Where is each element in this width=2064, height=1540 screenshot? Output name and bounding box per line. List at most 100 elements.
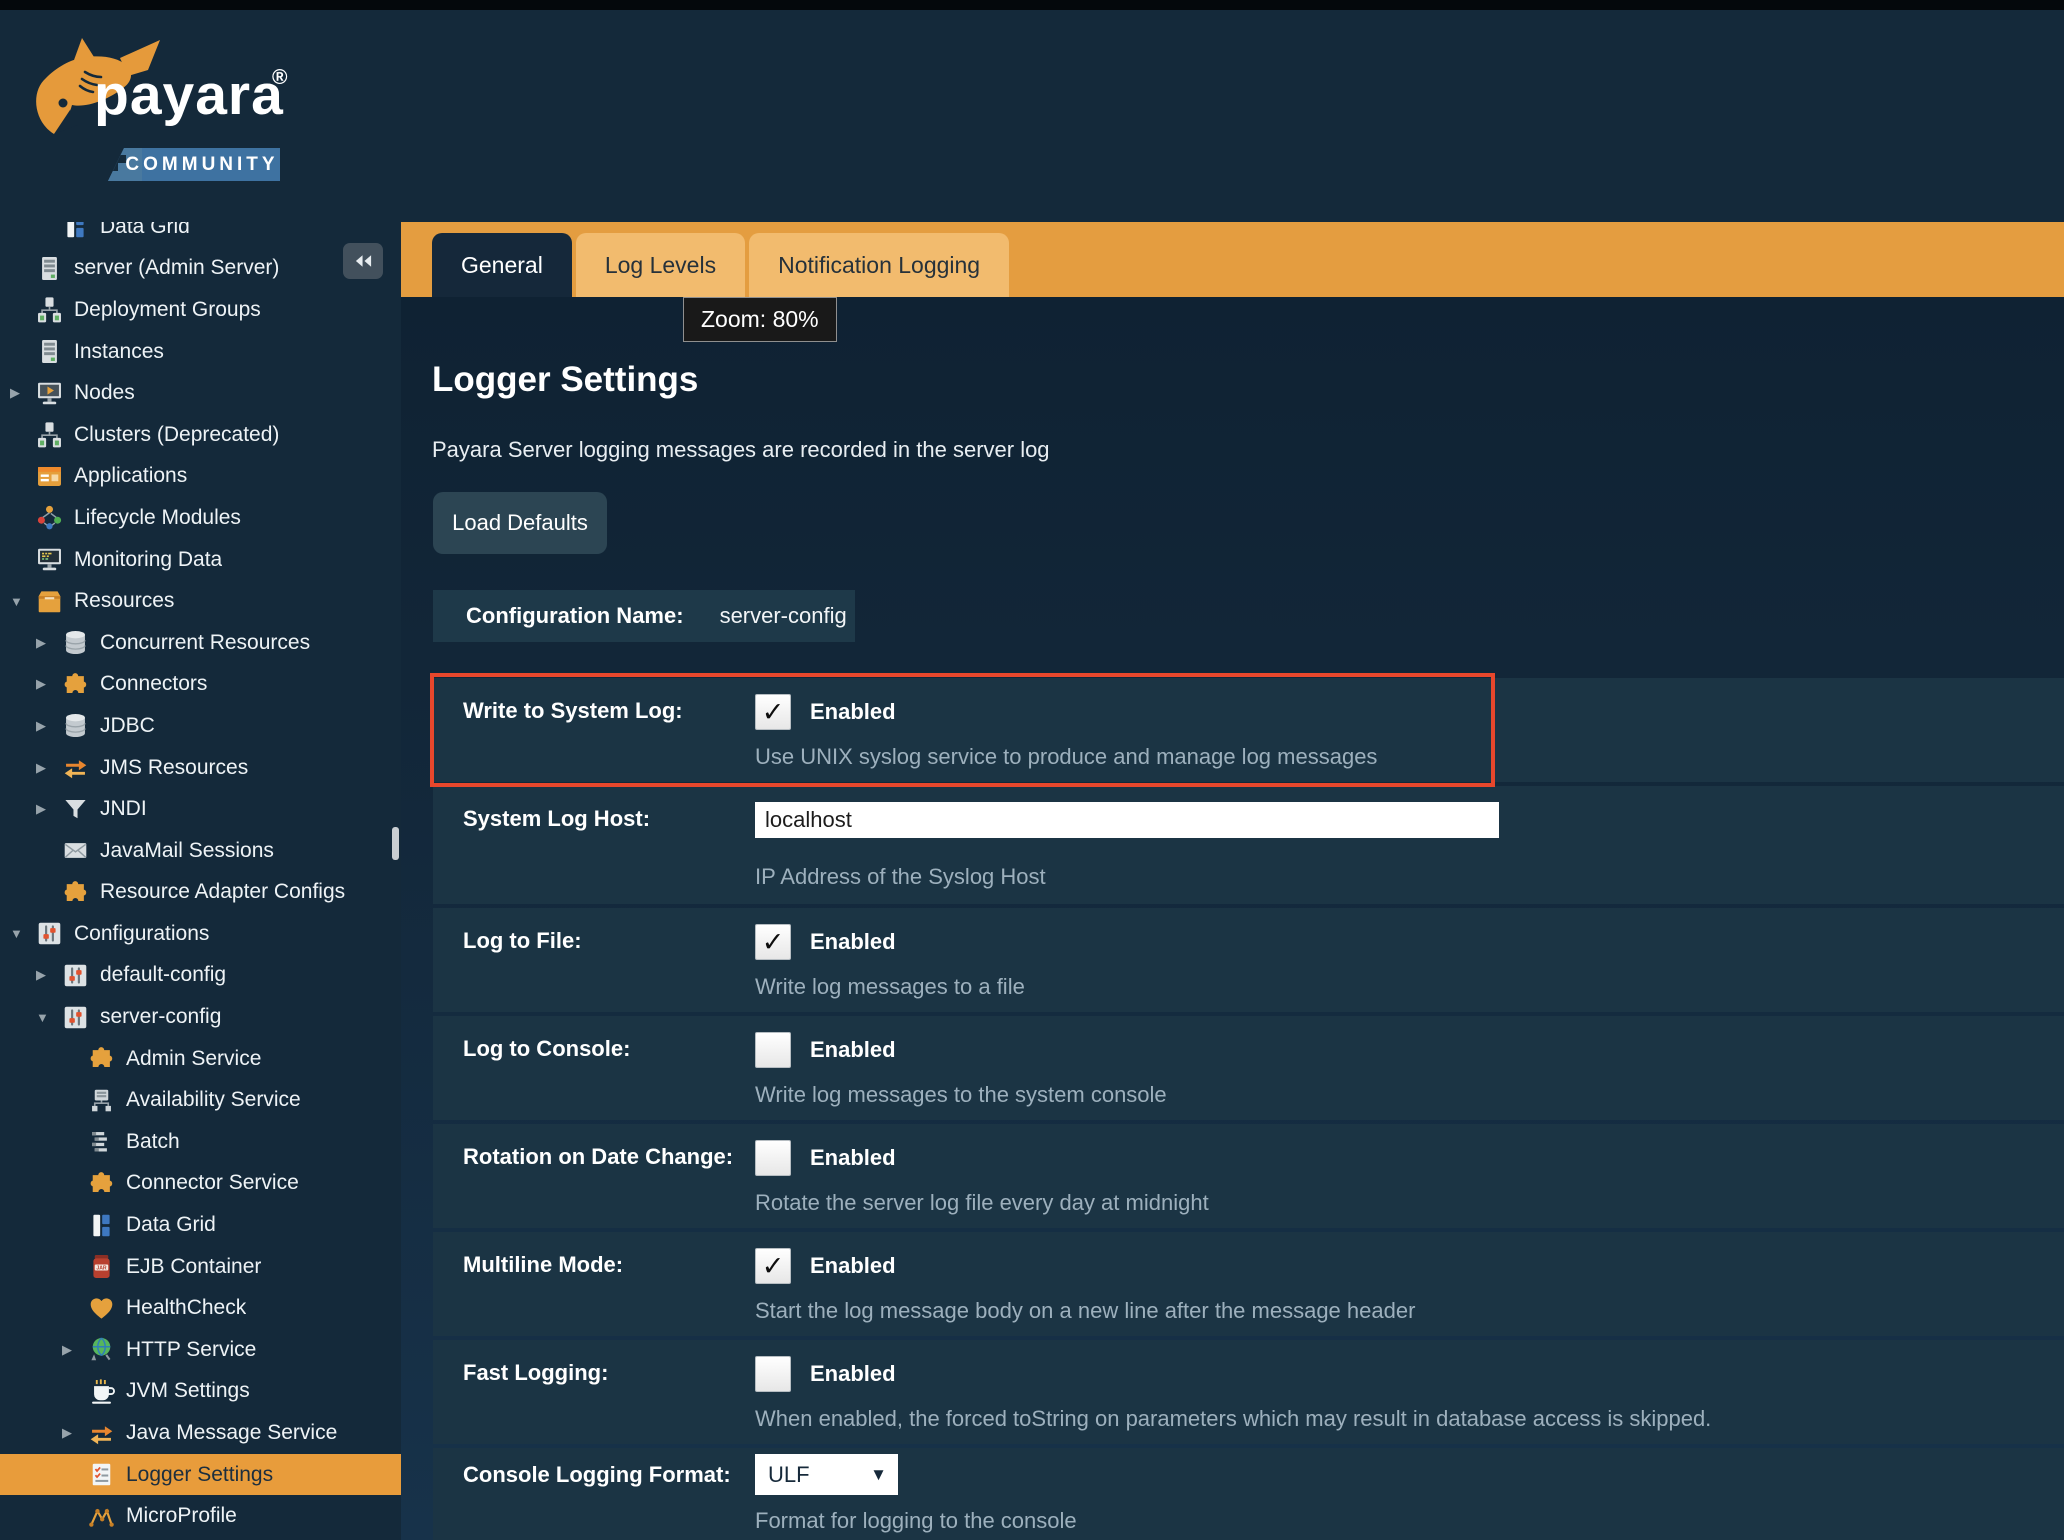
console-logging-format-help-text: Format for logging to the console bbox=[755, 1508, 1077, 1534]
sidebar-item-microprofile[interactable]: MicroProfile bbox=[0, 1495, 401, 1537]
sidebar-item-deployment-groups[interactable]: Deployment Groups bbox=[0, 289, 401, 331]
caret-down-icon[interactable]: ▼ bbox=[10, 594, 36, 609]
form-row-fast-logging: Fast Logging:EnabledWhen enabled, the fo… bbox=[433, 1340, 2064, 1444]
console-logging-format-selected-value: ULF bbox=[768, 1462, 810, 1488]
system-log-host-help-text: IP Address of the Syslog Host bbox=[755, 864, 1046, 890]
tab-general[interactable]: General bbox=[432, 233, 572, 297]
sidebar-item-label: server (Admin Server) bbox=[74, 256, 279, 280]
window-icon bbox=[36, 463, 63, 490]
load-defaults-button[interactable]: Load Defaults bbox=[433, 492, 607, 554]
database-icon bbox=[62, 629, 89, 656]
sidebar-item-connector-service[interactable]: Connector Service bbox=[0, 1163, 401, 1205]
sidebar-item-jms-resources[interactable]: ▶ JMS Resources bbox=[0, 747, 401, 789]
network-icon bbox=[36, 421, 63, 448]
sidebar-item-configurations[interactable]: ▼Configurations bbox=[0, 913, 401, 955]
sidebar-item-label: MicroProfile bbox=[126, 1504, 237, 1528]
caret-right-icon[interactable]: ▶ bbox=[10, 385, 36, 401]
sidebar-item-resource-adapter-configs[interactable]: Resource Adapter Configs bbox=[0, 872, 401, 914]
sidebar-item-healthcheck[interactable]: HealthCheck bbox=[0, 1287, 401, 1329]
sidebar-item-lifecycle-modules[interactable]: Lifecycle Modules bbox=[0, 497, 401, 539]
sidebar: Data Grid server (Admin Server) Deployment… bbox=[0, 222, 401, 1540]
sliders-icon bbox=[62, 1004, 89, 1031]
log-to-file-enabled-label: Enabled bbox=[810, 929, 896, 955]
sidebar-item-label: Resource Adapter Configs bbox=[100, 880, 345, 904]
sidebar-scrollbar-thumb[interactable] bbox=[392, 827, 399, 860]
sidebar-item-server-config[interactable]: ▼server-config bbox=[0, 996, 401, 1038]
sidebar-item-default-config[interactable]: ▶ default-config bbox=[0, 955, 401, 997]
caret-right-icon[interactable]: ▶ bbox=[62, 1342, 88, 1358]
sidebar-item-connectors[interactable]: ▶Connectors bbox=[0, 664, 401, 706]
caret-down-icon[interactable]: ▼ bbox=[10, 926, 36, 941]
caret-right-icon[interactable]: ▶ bbox=[36, 676, 62, 692]
sidebar-item-monitoring-data[interactable]: Monitoring Data bbox=[0, 539, 401, 581]
sidebar-item-jndi[interactable]: ▶ JNDI bbox=[0, 788, 401, 830]
sidebar-item-jvm-settings[interactable]: JVM Settings bbox=[0, 1371, 401, 1413]
sidebar-item-availability-service[interactable]: Availability Service bbox=[0, 1079, 401, 1121]
caret-right-icon[interactable]: ▶ bbox=[36, 760, 62, 776]
heart-icon bbox=[88, 1295, 115, 1322]
sidebar-item-instances[interactable]: Instances bbox=[0, 331, 401, 373]
sidebar-item-label: Data Grid bbox=[100, 222, 190, 239]
sidebar-item-label: JNDI bbox=[100, 797, 147, 821]
sidebar-item-javamail-sessions[interactable]: JavaMail Sessions bbox=[0, 830, 401, 872]
sidebar-item-admin-service[interactable]: Admin Service bbox=[0, 1038, 401, 1080]
sidebar-item-logger-settings[interactable]: Logger Settings bbox=[0, 1454, 401, 1496]
console-logging-format-select[interactable]: ULF▼ bbox=[755, 1454, 898, 1495]
zoom-tooltip: Zoom: 80% bbox=[683, 297, 837, 342]
log-to-console-enabled-label: Enabled bbox=[810, 1037, 896, 1063]
tab-notification-logging[interactable]: Notification Logging bbox=[749, 233, 1009, 297]
log-to-console-checkbox[interactable] bbox=[755, 1032, 791, 1068]
multiline-mode-help-text: Start the log message body on a new line… bbox=[755, 1298, 1415, 1324]
registered-mark: ® bbox=[272, 66, 287, 90]
system-log-host-input[interactable] bbox=[755, 802, 1499, 838]
system-log-host-label: System Log Host: bbox=[463, 806, 650, 832]
puzzle-icon bbox=[62, 879, 89, 906]
caret-right-icon[interactable]: ▶ bbox=[36, 801, 62, 817]
sidebar-item-server-admin-server[interactable]: server (Admin Server) bbox=[0, 248, 401, 290]
caret-right-icon[interactable]: ▶ bbox=[36, 635, 62, 651]
sidebar-item-clusters-deprecated[interactable]: Clusters (Deprecated) bbox=[0, 414, 401, 456]
sidebar-item-label: JavaMail Sessions bbox=[100, 839, 274, 863]
write-to-system-log-checkbox[interactable]: ✓ bbox=[755, 694, 791, 730]
caret-right-icon[interactable]: ▶ bbox=[62, 1425, 88, 1441]
tab-log-levels[interactable]: Log Levels bbox=[576, 233, 745, 297]
microprofile-icon bbox=[88, 1503, 115, 1530]
arrows-icon bbox=[62, 754, 89, 781]
form-row-rotation-on-date-change: Rotation on Date Change:EnabledRotate th… bbox=[433, 1124, 2064, 1228]
sidebar-item-label: Availability Service bbox=[126, 1088, 301, 1112]
sidebar-collapse-button[interactable] bbox=[343, 243, 383, 279]
sidebar-item-label: Data Grid bbox=[126, 1213, 216, 1237]
log-to-console-label: Log to Console: bbox=[463, 1036, 630, 1062]
multiline-mode-checkbox[interactable]: ✓ bbox=[755, 1248, 791, 1284]
sidebar-item-resources[interactable]: ▼Resources bbox=[0, 580, 401, 622]
form-row-write-to-system-log: Write to System Log:✓EnabledUse UNIX sys… bbox=[433, 678, 2064, 782]
server-icon bbox=[36, 338, 63, 365]
sidebar-item-data-grid[interactable]: Data Grid bbox=[0, 222, 401, 248]
checklist-icon bbox=[88, 1461, 115, 1488]
sidebar-item-batch[interactable]: Batch bbox=[0, 1121, 401, 1163]
sidebar-item-http-service[interactable]: ▶ HTTP Service bbox=[0, 1329, 401, 1371]
sidebar-item-data-grid[interactable]: Data Grid bbox=[0, 1204, 401, 1246]
sidebar-item-label: Batch bbox=[126, 1130, 180, 1154]
sidebar-item-label: JMS Resources bbox=[100, 756, 248, 780]
caret-right-icon[interactable]: ▶ bbox=[36, 967, 62, 983]
caret-down-icon[interactable]: ▼ bbox=[36, 1010, 62, 1025]
sidebar-item-ejb-container[interactable]: JAREJB Container bbox=[0, 1246, 401, 1288]
sidebar-item-concurrent-resources[interactable]: ▶Concurrent Resources bbox=[0, 622, 401, 664]
sidebar-item-jdbc[interactable]: ▶JDBC bbox=[0, 705, 401, 747]
puzzle-icon bbox=[62, 671, 89, 698]
caret-right-icon[interactable]: ▶ bbox=[36, 718, 62, 734]
sidebar-item-applications[interactable]: Applications bbox=[0, 456, 401, 498]
sidebar-item-label: JVM Settings bbox=[126, 1379, 250, 1403]
sidebar-item-label: HTTP Service bbox=[126, 1338, 256, 1362]
log-to-file-checkbox[interactable]: ✓ bbox=[755, 924, 791, 960]
rotation-on-date-change-checkbox[interactable] bbox=[755, 1140, 791, 1176]
fast-logging-label: Fast Logging: bbox=[463, 1360, 608, 1386]
sidebar-item-label: default-config bbox=[100, 963, 226, 987]
double-chevron-left-icon bbox=[354, 254, 373, 268]
form-row-console-logging-format: Console Logging Format:ULF▼Format for lo… bbox=[433, 1448, 2064, 1540]
fast-logging-checkbox[interactable] bbox=[755, 1356, 791, 1392]
sidebar-item-label: Logger Settings bbox=[126, 1463, 273, 1487]
sidebar-item-nodes[interactable]: ▶Nodes bbox=[0, 372, 401, 414]
sidebar-item-java-message-service[interactable]: ▶Java Message Service bbox=[0, 1412, 401, 1454]
